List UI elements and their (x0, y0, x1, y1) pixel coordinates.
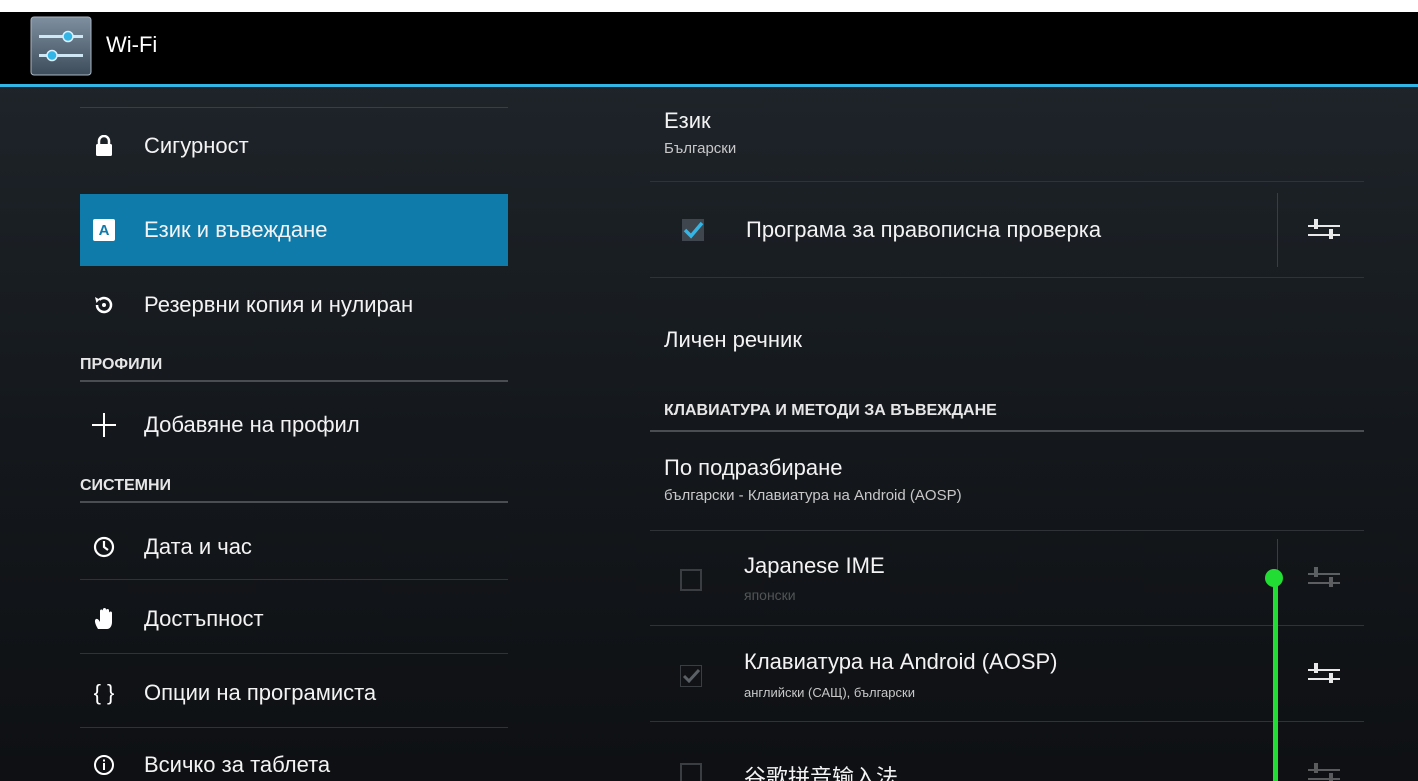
default-ime-row[interactable]: По подразбиране български - Клавиатура н… (664, 455, 1378, 504)
keyboard-section-header: КЛАВИАТУРА И МЕТОДИ ЗА ВЪВЕЖДАНЕ (664, 402, 997, 419)
sidebar-item-security[interactable]: Сигурност (80, 110, 508, 182)
section-header-profiles: ПРОФИЛИ (80, 356, 508, 382)
plus-icon (82, 413, 126, 437)
info-icon (82, 754, 126, 776)
ime-row-google-pinyin[interactable]: 谷歌拼音输入法 (650, 723, 1364, 781)
sidebar-item-label: Достъпност (144, 606, 264, 631)
settings-sliders-icon[interactable] (30, 16, 92, 76)
spell-checker-checkbox[interactable] (682, 219, 704, 241)
sidebar-item-developer-options[interactable]: { } Опции на програмиста (80, 657, 508, 729)
ime-title: 谷歌拼音输入法 (744, 765, 899, 781)
ime-title: Japanese IME (744, 553, 885, 578)
sidebar-item-accessibility[interactable]: Достъпност (80, 583, 508, 655)
settings-sidebar: Сигурност A Език и въвеждане Резервни ко… (80, 87, 508, 781)
divider (650, 721, 1364, 722)
braces-icon: { } (93, 680, 115, 705)
section-header-label: СИСТЕМНИ (80, 477, 172, 494)
section-header-line (80, 501, 508, 503)
divider (650, 625, 1364, 626)
sidebar-item-label: Всичко за таблета (144, 752, 331, 777)
ime-row-japanese[interactable]: Japanese IME японски (650, 531, 1364, 625)
sidebar-item-about-tablet[interactable]: Всичко за таблета (80, 729, 508, 781)
sidebar-item-label: Добавяне на профил (144, 412, 360, 437)
svg-text:A: A (99, 222, 110, 239)
spell-checker-settings-icon[interactable] (1304, 213, 1344, 247)
divider (80, 727, 508, 728)
language-input-panel: Език Български Програма за правописна пр… (650, 87, 1364, 781)
sidebar-item-label: Език и въвеждане (144, 217, 328, 242)
spell-checker-row[interactable]: Програма за правописна проверка (650, 183, 1364, 277)
backup-restore-icon (82, 294, 126, 316)
clock-icon (82, 536, 126, 558)
keyboard-a-icon: A (82, 219, 126, 241)
default-ime-title: По подразбиране (664, 455, 843, 480)
sidebar-item-language-input[interactable]: A Език и въвеждане (80, 194, 508, 266)
ime-checkbox[interactable] (679, 664, 703, 688)
action-bar-title: Wi-Fi (106, 32, 158, 57)
lock-icon (82, 135, 126, 157)
personal-dictionary-title: Личен речник (664, 327, 802, 352)
sidebar-item-backup-reset[interactable]: Резервни копия и нулиран (80, 269, 508, 341)
section-header-line (650, 430, 1364, 432)
ime-settings-icon[interactable] (1304, 657, 1344, 691)
personal-dictionary-row[interactable]: Личен речник (664, 327, 1378, 353)
language-setting[interactable]: Език Български (664, 108, 1378, 157)
spell-checker-label: Програма за правописна проверка (746, 217, 1102, 242)
action-bar: Wi-Fi (0, 12, 1418, 87)
ime-subtitle: английски (САЩ), български (744, 685, 915, 700)
sidebar-item-add-account[interactable]: Добавяне на профил (80, 389, 508, 461)
language-value: Български (664, 140, 737, 157)
ime-checkbox[interactable] (680, 763, 702, 781)
section-header-label: ПРОФИЛИ (80, 356, 163, 373)
hand-icon (82, 607, 126, 631)
divider (80, 579, 508, 580)
divider (80, 107, 508, 108)
drag-indicator-line (1273, 578, 1278, 781)
section-header-line (80, 380, 508, 382)
vertical-divider (1277, 193, 1278, 267)
ime-settings-icon[interactable] (1304, 561, 1344, 595)
default-ime-value: български - Клавиатура на Android (AOSP) (664, 487, 962, 504)
ime-subtitle: японски (744, 587, 796, 603)
settings-screen: Wi-Fi Сигурност A Език и въвеждане Резер… (0, 12, 1418, 781)
sidebar-item-label: Сигурност (144, 133, 249, 158)
section-header-system: СИСТЕМНИ (80, 477, 508, 503)
sidebar-item-date-time[interactable]: Дата и час (80, 511, 508, 583)
sidebar-item-label: Резервни копия и нулиран (144, 292, 414, 317)
sidebar-item-label: Опции на програмиста (144, 680, 377, 705)
divider (650, 277, 1364, 278)
ime-title: Клавиатура на Android (AOSP) (744, 649, 1058, 674)
language-title: Език (664, 108, 711, 133)
divider (80, 653, 508, 654)
sidebar-item-label: Дата и час (144, 534, 252, 559)
ime-row-android-keyboard[interactable]: Клавиатура на Android (AOSP) английски (… (650, 627, 1364, 721)
divider (650, 181, 1364, 182)
ime-settings-icon[interactable] (1304, 757, 1344, 781)
ime-checkbox[interactable] (680, 569, 702, 591)
